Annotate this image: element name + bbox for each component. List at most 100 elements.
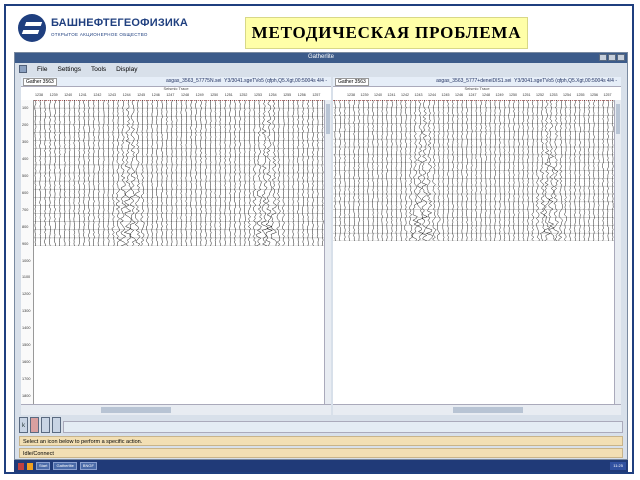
trace-tick-label: 1239 bbox=[360, 93, 369, 97]
vertical-scrollbar[interactable] bbox=[324, 100, 331, 405]
trace-tick-label: 1249 bbox=[195, 93, 204, 97]
time-tick-label: 400 bbox=[22, 156, 29, 161]
trace-tick-label: 1245 bbox=[441, 93, 450, 97]
time-tick-label: 800 bbox=[22, 224, 29, 229]
scroll-thumb[interactable] bbox=[616, 104, 620, 134]
file-name: asgas_3563_5777+deneiDIS1.sei bbox=[436, 78, 512, 84]
window-titlebar[interactable]: Gatherlite bbox=[15, 53, 627, 63]
gather-pane-left: Gather 3563 asgas_3563_57775N.sei Y3/304… bbox=[21, 77, 331, 415]
trace-tick-label: 1252 bbox=[239, 93, 248, 97]
trace-tick-label: 1249 bbox=[495, 93, 504, 97]
app-menu-icon[interactable] bbox=[19, 65, 27, 73]
time-tick-label: 100 bbox=[22, 106, 29, 110]
minimize-button[interactable] bbox=[599, 54, 607, 61]
seismic-section-right[interactable] bbox=[333, 100, 615, 241]
vertical-scrollbar[interactable] bbox=[614, 100, 621, 405]
time-tick-label: 1000 bbox=[22, 258, 31, 263]
trace-tick-label: 1238 bbox=[347, 93, 355, 97]
menu-bar: File Settings Tools Display bbox=[15, 63, 627, 75]
app-window: Gatherlite File Settings Tools Display G… bbox=[14, 52, 628, 460]
taskbar: Start Gatherlite BNGF 11:25 bbox=[14, 460, 628, 472]
taskbar-item[interactable]: Start bbox=[36, 462, 51, 470]
time-tick-label: 500 bbox=[22, 173, 29, 178]
time-tick-label: 1100 bbox=[22, 275, 31, 280]
trace-tick-label: 1238 bbox=[35, 93, 43, 97]
menu-file[interactable]: File bbox=[37, 66, 47, 73]
menu-settings[interactable]: Settings bbox=[57, 66, 81, 73]
trace-tick-label: 1248 bbox=[482, 93, 490, 97]
pick-tool-button[interactable] bbox=[52, 417, 61, 433]
file-label: asgas_3563_5777+deneiDIS1.sei Y3/3041.sg… bbox=[436, 78, 617, 84]
trace-tick-label: 1244 bbox=[428, 93, 436, 97]
slide-title-box: МЕТОДИЧЕСКАЯ ПРОБЛЕМА bbox=[245, 17, 528, 49]
trace-tick-label: 1244 bbox=[122, 93, 131, 97]
time-tick-label: 1700 bbox=[22, 377, 31, 382]
menu-tools[interactable]: Tools bbox=[91, 66, 106, 73]
scroll-thumb[interactable] bbox=[101, 407, 171, 413]
gather-label[interactable]: Gather 3563 bbox=[23, 78, 57, 86]
status-state: Idle/Connect bbox=[19, 448, 623, 458]
trace-tick-label: 1241 bbox=[387, 93, 396, 97]
trace-tick-label: 1240 bbox=[374, 93, 382, 97]
time-tick-label: 600 bbox=[22, 190, 29, 195]
logo-emblem-icon bbox=[18, 14, 46, 42]
trace-tick-label: 1254 bbox=[268, 93, 277, 97]
pointer-tool-button[interactable]: k bbox=[19, 417, 28, 433]
time-tick-label: 1500 bbox=[22, 343, 31, 348]
trace-tick-label: 1250 bbox=[509, 93, 517, 97]
taskbar-clock: 11:25 bbox=[610, 462, 626, 470]
gather-pane-right: Gather 3563 asgas_3563_5777+deneiDIS1.se… bbox=[333, 77, 621, 415]
trace-tick-label: 1253 bbox=[549, 93, 558, 97]
mark-tool-button[interactable] bbox=[30, 417, 39, 433]
trace-tick-label: 1240 bbox=[64, 93, 73, 97]
logo-subtitle: ОТКРЫТОЕ АКЦИОНЕРНОЕ ОБЩЕСТВО bbox=[51, 32, 148, 37]
trace-tick-label: 1251 bbox=[522, 93, 531, 97]
logo-name: БАШНЕФТЕГЕОФИЗИКА bbox=[51, 17, 189, 29]
trace-tick-label: 1257 bbox=[312, 93, 321, 97]
trace-tick-label: 1251 bbox=[224, 93, 233, 97]
trace-tick-label: 1257 bbox=[603, 93, 612, 97]
trace-tick-label: 1243 bbox=[414, 93, 423, 97]
time-tick-label: 1600 bbox=[22, 360, 31, 365]
menu-display[interactable]: Display bbox=[116, 66, 137, 73]
trace-tick-label: 1248 bbox=[181, 93, 189, 97]
start-icon[interactable] bbox=[18, 462, 24, 470]
taskbar-item[interactable]: Gatherlite bbox=[53, 462, 77, 470]
time-tick-label: 1200 bbox=[22, 292, 31, 297]
scroll-thumb[interactable] bbox=[326, 104, 330, 134]
horizontal-scrollbar[interactable] bbox=[333, 404, 621, 415]
trace-tick-label: 1243 bbox=[108, 93, 116, 97]
seismic-section-left[interactable] bbox=[33, 100, 325, 246]
gather-label[interactable]: Gather 3563 bbox=[335, 78, 369, 86]
company-logo: БАШНЕФТЕГЕОФИЗИКА ОТКРЫТОЕ АКЦИОНЕРНОЕ О… bbox=[18, 14, 188, 52]
trace-tick-label: 1252 bbox=[536, 93, 544, 97]
trace-tick-label: 1242 bbox=[401, 93, 409, 97]
taskbar-item[interactable]: BNGF bbox=[79, 462, 97, 470]
slide-title: МЕТОДИЧЕСКАЯ ПРОБЛЕМА bbox=[251, 23, 522, 42]
trace-tick-label: 1255 bbox=[283, 93, 292, 97]
file-info: Y3/3041.sgeTVo5 (qfph,Q5.Xgt,00:5004s 4/… bbox=[224, 78, 327, 84]
time-tick-label: 900 bbox=[22, 241, 29, 246]
trace-tick-label: 1245 bbox=[137, 93, 146, 97]
tool-strip bbox=[63, 421, 623, 433]
close-button[interactable] bbox=[617, 54, 625, 61]
trace-tick-label: 1246 bbox=[455, 93, 463, 97]
trace-tick-label: 1253 bbox=[254, 93, 262, 97]
trace-tick-label: 1250 bbox=[210, 93, 219, 97]
quicklaunch-icon[interactable] bbox=[27, 462, 33, 470]
maximize-button[interactable] bbox=[608, 54, 616, 61]
scroll-thumb[interactable] bbox=[453, 407, 523, 413]
zoom-tool-button[interactable] bbox=[41, 417, 50, 433]
file-name: asgas_3563_57775N.sei bbox=[166, 78, 222, 84]
trace-tick-label: 1247 bbox=[468, 93, 477, 97]
time-tick-label: 1400 bbox=[22, 326, 31, 331]
window-title: Gatherlite bbox=[307, 54, 334, 60]
time-tick-label: 300 bbox=[22, 139, 29, 144]
trace-tick-label: 1256 bbox=[297, 93, 306, 97]
trace-tick-label: 1256 bbox=[590, 93, 598, 97]
file-label: asgas_3563_57775N.sei Y3/3041.sgeTVo5 (q… bbox=[166, 78, 327, 84]
time-tick-label: 700 bbox=[22, 207, 29, 212]
horizontal-scrollbar[interactable] bbox=[21, 404, 331, 415]
time-tick-label: 1300 bbox=[22, 309, 31, 314]
status-hint: Select an icon below to perform a specif… bbox=[19, 436, 623, 446]
